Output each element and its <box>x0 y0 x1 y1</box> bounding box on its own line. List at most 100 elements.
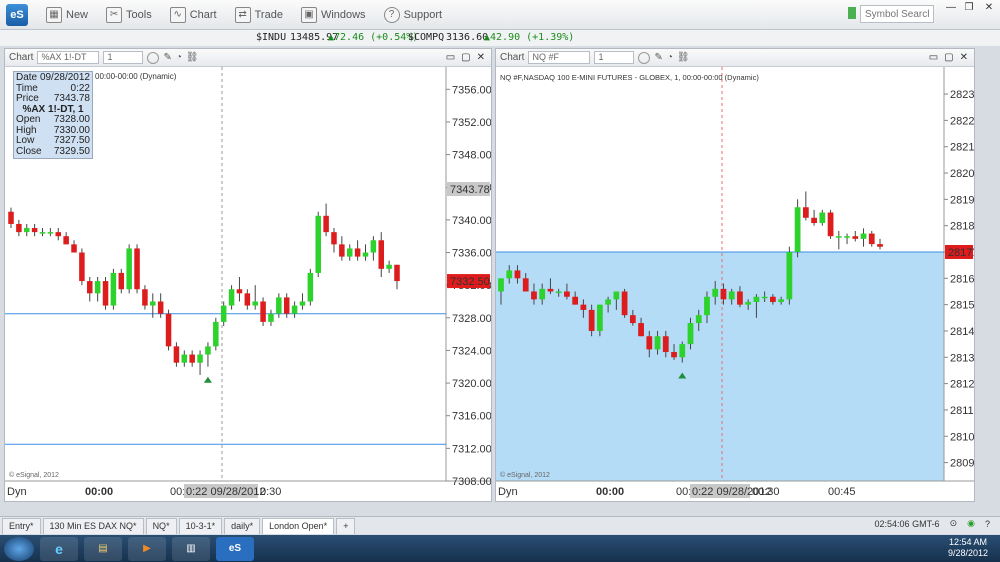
candle <box>819 212 826 224</box>
esignal-taskbar-icon[interactable]: eS <box>216 536 254 561</box>
support-button[interactable]: ? Support <box>383 6 442 23</box>
windows-icon: ▣ <box>300 6 317 23</box>
candle <box>860 233 867 239</box>
y-tick-label: 2811.00 <box>950 405 974 417</box>
candle <box>671 352 677 358</box>
y-tick-label: 2810.00 <box>950 431 974 443</box>
candle <box>378 240 385 269</box>
minimize-icon[interactable]: ▭ <box>446 52 455 63</box>
pencil-icon[interactable]: ✎ <box>654 52 662 63</box>
system-clock[interactable]: 12:54 AM 9/28/2012 <box>948 537 988 559</box>
page-tab[interactable]: daily* <box>224 517 261 534</box>
candle <box>394 264 400 282</box>
symbol-field[interactable]: NQ #F <box>528 51 591 64</box>
ticker-change: ▲42.90 (+1.39%) <box>484 32 575 43</box>
page-tab[interactable]: 10-3-1* <box>178 517 223 534</box>
y-tick-label: 2821.00 <box>950 142 974 154</box>
price-chart[interactable]: 2823.00 2822.00 2821.00 2820.00 2819.00 2818.… <box>496 67 974 501</box>
y-tick-label: 7324.00 <box>452 345 491 357</box>
page-tab[interactable]: Entry* <box>2 517 41 534</box>
page-tab[interactable]: 130 Min ES DAX NQ* <box>42 517 144 534</box>
close-icon[interactable]: ✕ <box>477 52 485 63</box>
candle <box>877 244 883 247</box>
lock-icon[interactable]: ⊙ <box>950 518 958 529</box>
buy-arrow-icon <box>203 376 212 383</box>
start-button[interactable] <box>4 536 34 561</box>
time-label: 00:00 <box>596 486 624 498</box>
trade-button[interactable]: ⇄ Trade <box>234 6 283 23</box>
candle <box>720 288 727 300</box>
candle <box>16 223 22 233</box>
link-icon[interactable]: ⛓ <box>186 52 199 63</box>
link-icon[interactable]: ⛓ <box>677 52 690 63</box>
maximize-icon[interactable]: ▢ <box>461 52 470 63</box>
chart-button[interactable]: ∿ Chart <box>169 6 217 23</box>
y-tick-label: 2819.00 <box>950 194 974 206</box>
chart-icon: ∿ <box>169 6 186 23</box>
candle <box>712 288 719 297</box>
computer-icon[interactable]: ▥ <box>172 536 210 561</box>
copyright-label: © eSignal, 2012 <box>9 471 59 479</box>
candle <box>646 336 653 350</box>
ticker-value: 3136.60 <box>446 32 489 43</box>
chart-session-label: 00:00-00:00 (Dynamic) <box>95 72 177 81</box>
candle <box>244 293 251 306</box>
symbol-search-input[interactable] <box>860 5 934 23</box>
clock-icon[interactable] <box>638 51 651 64</box>
candle <box>142 289 148 306</box>
pencil-icon[interactable]: ✎ <box>163 52 171 63</box>
page-tabs: Entry* 130 Min ES DAX NQ* NQ* 10-3-1* daily*… <box>0 516 1000 534</box>
page-tab[interactable]: NQ* <box>145 517 177 534</box>
time-label: 00:45 <box>828 486 856 498</box>
y-tick-label: 7316.00 <box>452 411 491 423</box>
interval-field[interactable]: 1 <box>103 51 144 64</box>
cycle-icon[interactable]: ◔ <box>176 52 182 63</box>
candle <box>189 354 195 363</box>
ticker-symbol[interactable]: $INDU <box>256 32 286 43</box>
candle <box>386 264 392 269</box>
candle <box>531 291 537 300</box>
minimize-icon[interactable]: — <box>942 2 960 16</box>
candle <box>662 336 669 353</box>
close-icon[interactable]: ✕ <box>960 52 968 63</box>
candle <box>596 304 603 331</box>
minimize-icon[interactable]: ▭ <box>929 52 938 63</box>
candle <box>8 211 14 224</box>
candle <box>197 354 203 363</box>
add-tab-button[interactable]: + <box>336 517 356 534</box>
last-price-tag-label: 7332.50 <box>450 276 490 288</box>
tools-button[interactable]: ✂ Tools <box>106 6 152 23</box>
interval-field[interactable]: 1 <box>594 51 635 64</box>
cycle-icon[interactable]: ◔ <box>667 52 673 63</box>
candle <box>331 232 337 245</box>
candle <box>236 289 243 294</box>
candle <box>291 305 298 314</box>
chart-pane-left: Chart %AX 1!-DT 1 ✎ ◔ ⛓ ▭ ▢ ✕ 7356.00 7352.… <box>4 48 492 502</box>
candle <box>514 270 521 279</box>
candle <box>753 296 760 303</box>
candle <box>506 270 513 279</box>
close-icon[interactable]: ✕ <box>980 2 998 16</box>
clock-icon[interactable] <box>147 51 160 64</box>
symbol-field[interactable]: %AX 1!-DT <box>37 51 100 64</box>
maximize-icon[interactable]: ▢ <box>944 52 953 63</box>
connection-icon[interactable]: ◉ <box>967 518 975 529</box>
candle <box>31 228 38 233</box>
candle <box>39 232 46 234</box>
y-tick-label: 7348.00 <box>452 150 491 162</box>
ticker-symbol[interactable]: $COMPQ <box>408 32 444 43</box>
new-button[interactable]: ▦ New <box>46 6 88 23</box>
windows-button[interactable]: ▣ Windows <box>300 6 366 23</box>
app-toolbar: eS ▦ New ✂ Tools ∿ Chart ⇄ Trade ▣ Windows ? S… <box>0 0 1000 30</box>
ie-icon[interactable]: e <box>40 536 78 561</box>
restore-icon[interactable]: ❐ <box>960 2 978 16</box>
page-tab[interactable]: London Open* <box>262 517 335 534</box>
folder-icon[interactable]: ▤ <box>84 536 122 561</box>
candle <box>770 296 776 303</box>
media-player-icon[interactable]: ▶ <box>128 536 166 561</box>
help-icon: ? <box>383 6 400 23</box>
help-icon[interactable]: ? <box>985 519 990 529</box>
candle <box>323 215 329 233</box>
candle <box>118 272 125 290</box>
dyn-label: Dyn <box>7 486 27 498</box>
